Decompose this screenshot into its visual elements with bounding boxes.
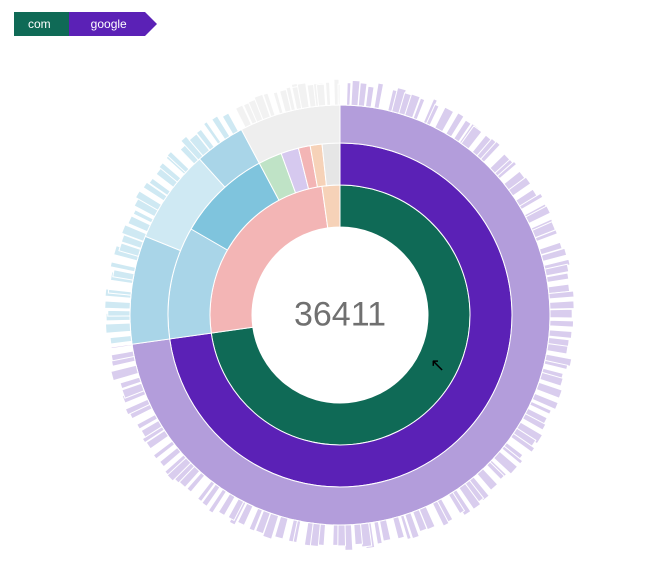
leaf-google-l4[interactable]: [550, 320, 574, 327]
leaf-google-l4[interactable]: [550, 309, 572, 318]
breadcrumb[interactable]: com google: [14, 12, 145, 36]
breadcrumb-label: google: [91, 17, 127, 31]
leaf-google-l4[interactable]: [111, 344, 132, 348]
leaf-blue-l4[interactable]: [110, 336, 132, 344]
leaf-blue-l4[interactable]: [106, 323, 131, 333]
leaf-google-l4[interactable]: [549, 330, 572, 338]
leaf-google-l4[interactable]: [550, 301, 575, 309]
leaf-google-l4[interactable]: [354, 524, 363, 545]
leaf-blue-l4[interactable]: [108, 310, 130, 316]
leaf-misc-l4[interactable]: [326, 82, 331, 105]
leaf-misc-l4[interactable]: [338, 84, 340, 105]
leaf-misc-l4[interactable]: [316, 84, 325, 106]
leaf-google-l4[interactable]: [333, 525, 338, 545]
sunburst-chart[interactable]: 36411: [80, 55, 600, 575]
breadcrumb-item-google[interactable]: google: [69, 12, 145, 36]
leaf-blue-l4[interactable]: [105, 301, 131, 309]
breadcrumb-label: com: [28, 17, 51, 31]
leaf-google-l4[interactable]: [374, 83, 383, 109]
leaf-google-l4[interactable]: [347, 83, 351, 106]
center-total: 36411: [294, 296, 386, 335]
breadcrumb-item-com[interactable]: com: [14, 12, 69, 36]
